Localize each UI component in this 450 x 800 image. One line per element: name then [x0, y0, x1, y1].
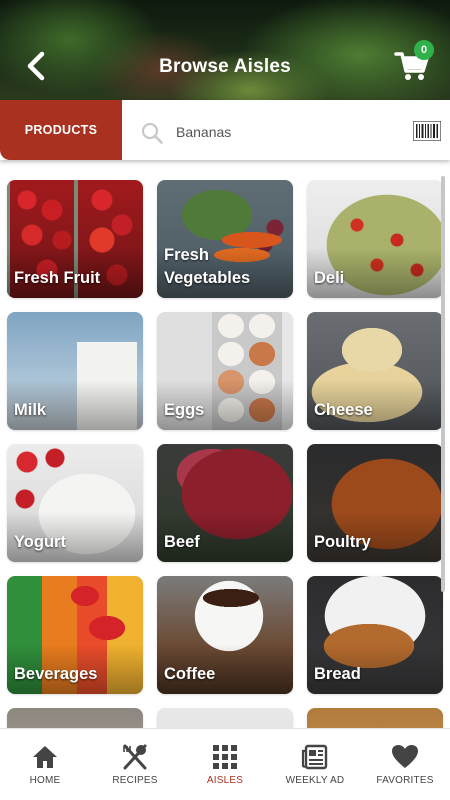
aisle-label: Coffee — [164, 665, 216, 683]
aisle-tile-bread[interactable]: Bread — [307, 576, 443, 694]
aisle-label: Bread — [314, 665, 361, 683]
search-icon — [141, 122, 163, 144]
nav-label: WEEKLY AD — [285, 775, 345, 786]
heart-icon — [392, 745, 418, 768]
aisle-tile-fresh-vegetables[interactable]: Fresh Vegetables — [157, 180, 293, 298]
scrollbar[interactable] — [441, 176, 445, 592]
aisle-tile-partial-2[interactable] — [157, 708, 293, 728]
search-bar: PRODUCTS — [0, 100, 450, 160]
aisle-label: Eggs — [164, 401, 205, 419]
aisle-label: Milk — [14, 401, 47, 419]
aisle-label: Deli — [314, 269, 345, 287]
home-icon — [33, 746, 57, 768]
aisle-tile-fresh-fruit[interactable]: Fresh Fruit — [7, 180, 143, 298]
bottom-nav: HOME RECIPES AISLES WEEKLY AD FAVORITES — [0, 728, 450, 800]
aisle-tile-beef[interactable]: Beef — [157, 444, 293, 562]
aisle-label: Fresh Vegetables — [164, 246, 251, 287]
aisle-tile-partial-3[interactable] — [307, 708, 443, 728]
aisle-tile-coffee[interactable]: Coffee — [157, 576, 293, 694]
partial-aisle-image — [157, 708, 293, 728]
aisle-tile-cheese[interactable]: Cheese — [307, 312, 443, 430]
aisle-label: Poultry — [314, 533, 371, 551]
aisle-label: Beef — [164, 533, 200, 551]
nav-aisles[interactable]: AISLES — [180, 729, 270, 800]
aisle-label: Fresh Fruit — [14, 269, 101, 287]
aisle-tile-eggs[interactable]: Eggs — [157, 312, 293, 430]
nav-label: HOME — [29, 775, 61, 786]
partial-aisle-image — [7, 708, 143, 728]
aisle-grid: Fresh Fruit Fresh Vegetables Deli Milk E… — [0, 160, 450, 728]
barcode-scan-icon[interactable] — [413, 121, 441, 141]
aisle-label: Cheese — [314, 401, 373, 419]
aisle-tile-beverages[interactable]: Beverages — [7, 576, 143, 694]
products-button[interactable]: PRODUCTS — [0, 100, 122, 160]
newspaper-icon — [301, 744, 328, 770]
nav-label: FAVORITES — [376, 775, 434, 786]
aisle-tile-deli[interactable]: Deli — [307, 180, 443, 298]
utensils-icon — [123, 744, 147, 770]
partial-aisle-image — [307, 708, 443, 728]
nav-favorites[interactable]: FAVORITES — [360, 729, 450, 800]
nav-weekly-ad[interactable]: WEEKLY AD — [270, 729, 360, 800]
aisle-tile-poultry[interactable]: Poultry — [307, 444, 443, 562]
aisle-tile-partial-1[interactable] — [7, 708, 143, 728]
nav-label: RECIPES — [112, 775, 158, 786]
nav-recipes[interactable]: RECIPES — [90, 729, 180, 800]
aisle-tile-yogurt[interactable]: Yogurt — [7, 444, 143, 562]
cart-count-badge: 0 — [414, 40, 434, 60]
aisle-tile-milk[interactable]: Milk — [7, 312, 143, 430]
nav-label: AISLES — [206, 775, 244, 786]
page-title: Browse Aisles — [159, 56, 291, 77]
grid-icon — [213, 745, 237, 769]
search-input[interactable] — [176, 118, 396, 146]
nav-home[interactable]: HOME — [0, 729, 90, 800]
app-header: Browse Aisles 0 — [0, 0, 450, 100]
aisle-label: Yogurt — [14, 533, 66, 551]
aisle-label: Beverages — [14, 665, 98, 683]
